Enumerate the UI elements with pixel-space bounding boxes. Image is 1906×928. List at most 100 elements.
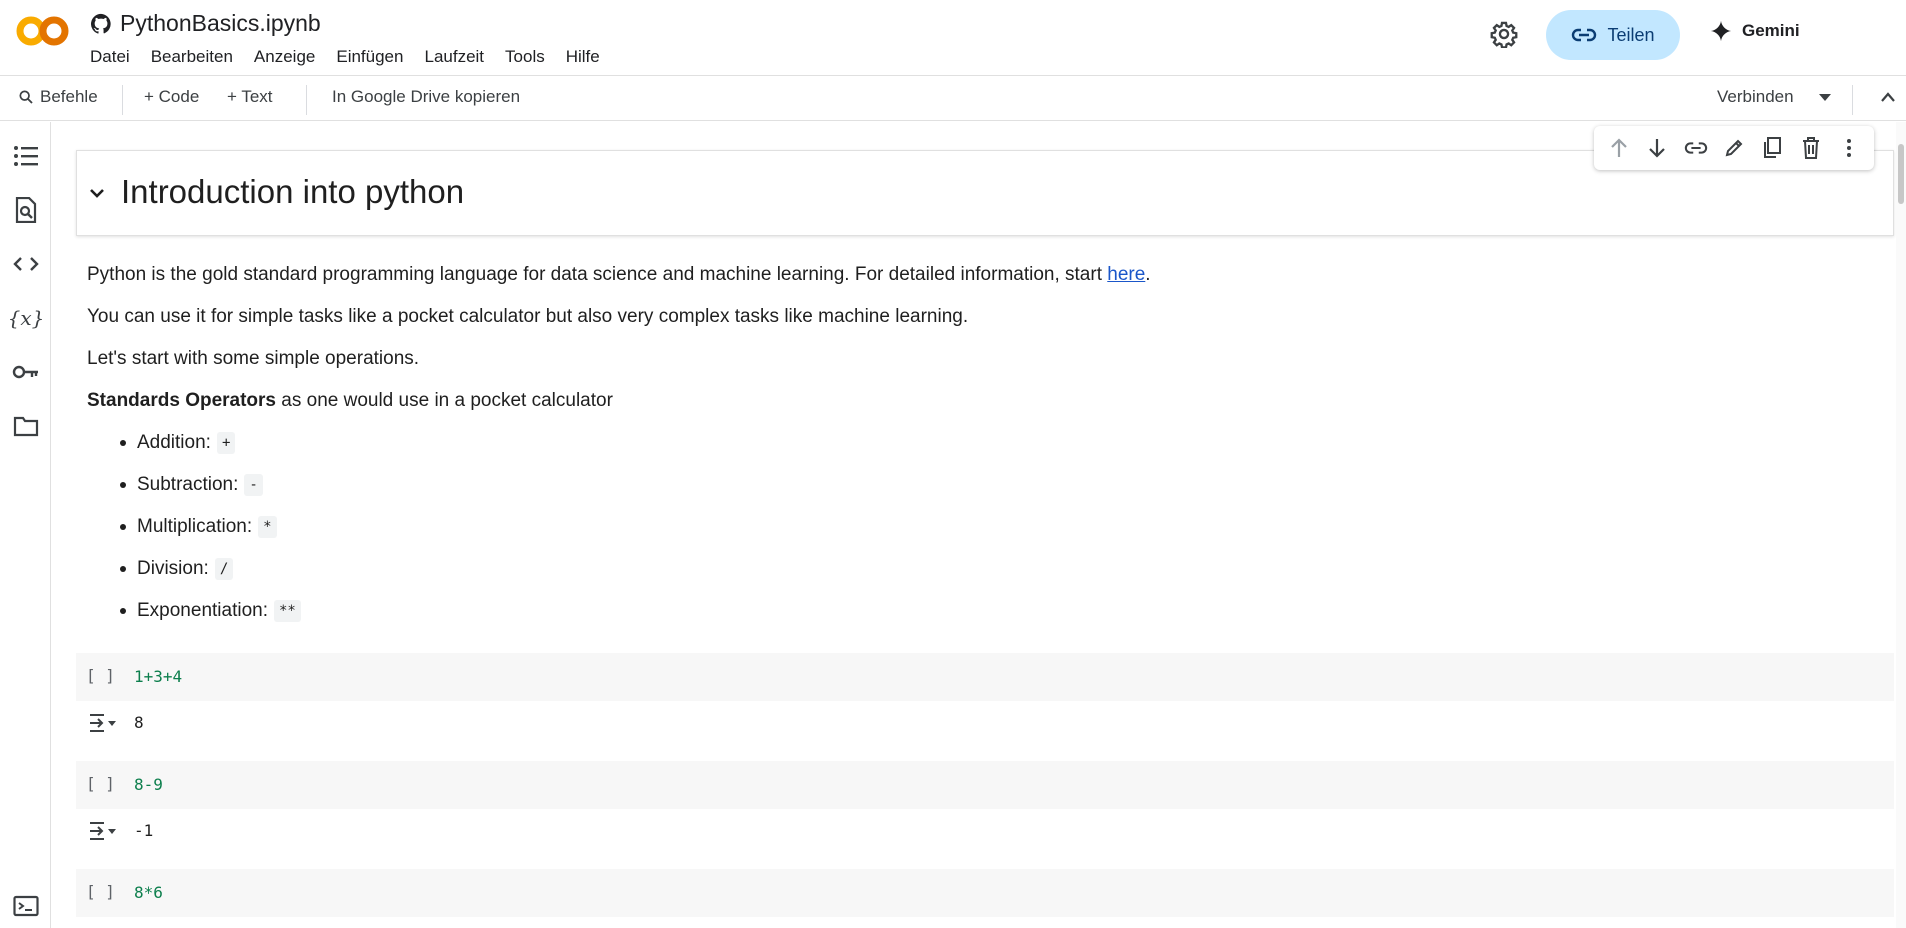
mirror-cell-icon[interactable] bbox=[1759, 135, 1785, 161]
share-label: Teilen bbox=[1607, 24, 1655, 45]
intro-end: . bbox=[1145, 264, 1151, 285]
bullet-dot bbox=[120, 524, 126, 530]
operators-paragraph: Standards Operators as one would use in … bbox=[87, 390, 613, 412]
cell-output: -1 bbox=[76, 809, 1894, 853]
commands-button[interactable]: Befehle bbox=[18, 87, 98, 107]
toolbar-divider bbox=[306, 85, 307, 115]
run-cell-button[interactable]: [ ] bbox=[86, 666, 115, 685]
settings-gear-icon[interactable] bbox=[1490, 20, 1518, 48]
code-cell[interactable]: [ ] 8*6 bbox=[76, 869, 1894, 917]
bullet-dot bbox=[120, 608, 126, 614]
notebook-title[interactable]: PythonBasics.ipynb bbox=[120, 10, 321, 37]
table-of-contents-icon[interactable] bbox=[12, 142, 40, 170]
bullet-label: Addition: bbox=[137, 432, 211, 453]
toolbar-divider bbox=[1852, 85, 1853, 115]
gemini-label: Gemini bbox=[1742, 21, 1800, 40]
output-value: -1 bbox=[134, 821, 154, 840]
list-item: Addition: + bbox=[120, 432, 236, 454]
copy-to-drive-label: In Google Drive kopieren bbox=[332, 87, 521, 106]
operator-code: * bbox=[258, 516, 277, 538]
connect-label: Verbinden bbox=[1717, 87, 1794, 106]
title-row: PythonBasics.ipynb bbox=[90, 10, 321, 37]
paragraph-line-2: You can use it for simple tasks like a p… bbox=[87, 306, 969, 327]
more-options-icon[interactable] bbox=[1836, 135, 1862, 161]
list-item: Exponentiation: ** bbox=[120, 600, 301, 622]
menu-bearbeiten[interactable]: Bearbeiten bbox=[151, 47, 233, 67]
toolbar-divider bbox=[122, 85, 123, 115]
connect-button[interactable]: Verbinden bbox=[1717, 87, 1794, 107]
gemini-sparkle-icon bbox=[1710, 20, 1732, 42]
menu-einfuegen[interactable]: Einfügen bbox=[336, 47, 403, 67]
share-button[interactable]: Teilen bbox=[1546, 10, 1680, 60]
move-cell-up-icon[interactable] bbox=[1606, 135, 1632, 161]
paragraph-line-3: Let's start with some simple operations. bbox=[87, 348, 420, 369]
menu-laufzeit[interactable]: Laufzeit bbox=[424, 47, 484, 67]
find-icon[interactable] bbox=[12, 196, 40, 224]
notebook-toolbar: Befehle + Code + Text In Google Drive ko… bbox=[0, 77, 1906, 121]
code-cell[interactable]: [ ] 8-9 bbox=[76, 761, 1894, 809]
operator-code: + bbox=[216, 432, 236, 454]
output-value: 8 bbox=[134, 713, 144, 732]
cell-code[interactable]: 8-9 bbox=[134, 775, 163, 794]
list-item: Multiplication: * bbox=[120, 516, 277, 538]
menu-anzeige[interactable]: Anzeige bbox=[254, 47, 315, 67]
secrets-key-icon[interactable] bbox=[12, 358, 40, 386]
add-code-label: + Code bbox=[144, 87, 200, 106]
collapse-section-chevron-icon[interactable] bbox=[85, 181, 109, 205]
bullet-label: Multiplication: bbox=[137, 516, 253, 537]
list-item: Division: / bbox=[120, 558, 234, 580]
cell-output: 8 bbox=[76, 701, 1894, 745]
operator-code: ** bbox=[274, 600, 301, 622]
bullet-label: Division: bbox=[137, 558, 209, 579]
menu-bar: Datei Bearbeiten Anzeige Einfügen Laufze… bbox=[90, 47, 621, 67]
scrollbar-thumb[interactable] bbox=[1898, 144, 1904, 204]
search-icon bbox=[19, 90, 33, 104]
bullet-label: Exponentiation: bbox=[137, 600, 268, 621]
code-cell[interactable]: [ ] 1+3+4 bbox=[76, 653, 1894, 701]
left-rail: {x} bbox=[0, 122, 51, 928]
operators-rest: as one would use in a pocket calculator bbox=[276, 390, 613, 411]
colab-logo[interactable] bbox=[16, 14, 70, 48]
notebook-content: Introduction into python Python is the g… bbox=[52, 122, 1896, 928]
menu-datei[interactable]: Datei bbox=[90, 47, 130, 67]
intro-paragraph: Python is the gold standard programming … bbox=[87, 264, 1151, 286]
bullet-dot bbox=[120, 482, 126, 488]
cell-code[interactable]: 1+3+4 bbox=[134, 667, 182, 686]
edit-pencil-icon[interactable] bbox=[1721, 135, 1747, 161]
copy-to-drive-button[interactable]: In Google Drive kopieren bbox=[332, 87, 520, 107]
connect-dropdown-icon[interactable] bbox=[1818, 93, 1832, 103]
add-code-button[interactable]: + Code bbox=[144, 87, 199, 107]
cell-code[interactable]: 8*6 bbox=[134, 883, 163, 902]
github-icon bbox=[90, 13, 111, 34]
menu-tools[interactable]: Tools bbox=[505, 47, 545, 67]
gemini-button[interactable]: Gemini bbox=[1710, 20, 1800, 42]
app-header: PythonBasics.ipynb Datei Bearbeiten Anze… bbox=[0, 0, 1906, 76]
files-folder-icon[interactable] bbox=[12, 412, 40, 440]
variables-icon[interactable]: {x} bbox=[8, 304, 45, 332]
link-icon bbox=[1572, 28, 1597, 42]
intro-text: Python is the gold standard programming … bbox=[87, 264, 1108, 285]
menu-hilfe[interactable]: Hilfe bbox=[566, 47, 600, 67]
delete-trash-icon[interactable] bbox=[1798, 135, 1824, 161]
bullet-label: Subtraction: bbox=[137, 474, 239, 495]
bullet-dot bbox=[120, 566, 126, 572]
move-cell-down-icon[interactable] bbox=[1644, 135, 1670, 161]
run-cell-button[interactable]: [ ] bbox=[86, 882, 115, 901]
operator-code: / bbox=[214, 558, 234, 580]
output-actions-icon[interactable] bbox=[88, 711, 118, 735]
collapse-header-icon[interactable] bbox=[1880, 91, 1896, 103]
list-item: Subtraction: - bbox=[120, 474, 263, 496]
copy-link-icon[interactable] bbox=[1683, 135, 1709, 161]
vertical-scrollbar[interactable] bbox=[1896, 122, 1906, 928]
operator-code: - bbox=[244, 474, 263, 496]
terminal-icon[interactable] bbox=[12, 892, 40, 920]
here-link[interactable]: here bbox=[1107, 264, 1145, 285]
bullet-dot bbox=[120, 440, 126, 446]
code-snippets-icon[interactable] bbox=[12, 250, 40, 278]
run-cell-button[interactable]: [ ] bbox=[86, 774, 115, 793]
commands-label: Befehle bbox=[40, 87, 98, 106]
add-text-button[interactable]: + Text bbox=[227, 87, 273, 107]
output-actions-icon[interactable] bbox=[88, 819, 118, 843]
operators-bold: Standards Operators bbox=[87, 390, 276, 411]
cell-toolbar bbox=[1594, 126, 1874, 170]
